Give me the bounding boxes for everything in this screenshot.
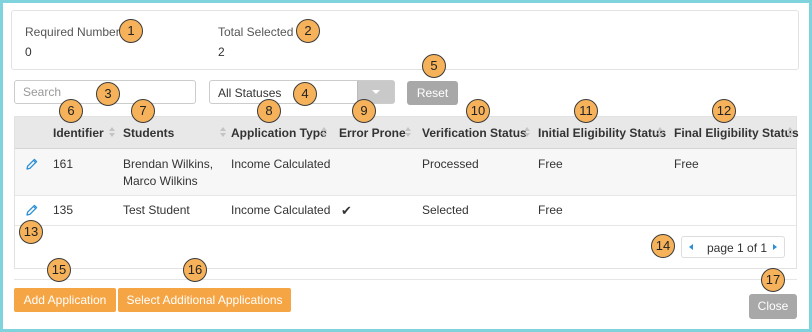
previous-page-button[interactable] [682,237,700,257]
cell-final-eligibility: Free [674,157,699,171]
column-header-verification-status[interactable]: Verification Status [422,126,527,140]
page-indicator: page 1 of 1 [707,241,768,255]
required-number-label: Required Number [25,25,120,39]
cell-error-prone-check: ✔ [341,203,352,218]
divider [14,279,797,280]
total-selected-value: 2 [218,45,225,59]
callout-badge: 8 [257,99,281,123]
sort-icon[interactable] [321,127,327,137]
cell-verification-status: Selected [422,203,469,217]
cell-verification-status: Processed [422,157,479,171]
add-application-button[interactable]: Add Application [14,288,116,312]
reset-button[interactable]: Reset [407,81,458,105]
edit-pencil-icon[interactable] [25,203,39,217]
chevron-down-icon [372,90,380,94]
cell-identifier: 161 [53,157,74,171]
callout-badge: 17 [761,268,785,292]
table-row: 161 Brendan Wilkins, Marco Wilkins Incom… [15,149,796,196]
callout-badge: 14 [651,234,675,258]
callout-badge: 16 [183,258,207,282]
column-header-initial-eligibility[interactable]: Initial Eligibility Status [538,126,666,140]
required-number-value: 0 [25,45,32,59]
cell-application-type: Income Calculated [231,203,331,217]
column-header-error-prone[interactable]: Error Prone [339,126,406,140]
next-page-button[interactable] [766,237,784,257]
sort-icon[interactable] [220,127,226,137]
cell-student: Marco Wilkins [123,174,198,188]
table-header: Identifier Students Application Type Err… [15,117,799,149]
callout-badge: 10 [466,99,490,123]
cell-initial-eligibility: Free [538,157,563,171]
sort-icon[interactable] [524,127,530,137]
cell-identifier: 135 [53,203,74,217]
callout-badge: 7 [131,99,155,123]
column-header-application-type[interactable]: Application Type [231,126,327,140]
sort-icon[interactable] [657,127,663,137]
table-row: 135 Test Student Income Calculated ✔ Sel… [15,196,796,226]
sort-icon[interactable] [109,127,115,137]
cell-application-type: Income Calculated [231,157,331,171]
callout-badge: 5 [422,54,446,78]
edit-pencil-icon[interactable] [25,157,39,171]
callout-badge: 2 [296,19,320,43]
cell-student: Test Student [123,203,190,217]
pagination: page 1 of 1 [681,236,785,258]
callout-badge: 11 [574,99,598,123]
callout-badge: 15 [47,258,71,282]
callout-badge: 4 [293,82,317,106]
close-button[interactable]: Close [749,294,797,319]
cell-initial-eligibility: Free [538,203,563,217]
sort-icon[interactable] [405,127,411,137]
column-header-final-eligibility[interactable]: Final Eligibility Status [674,126,799,140]
callout-badge: 12 [712,99,736,123]
chevron-right-icon [773,244,777,250]
applications-table: Identifier Students Application Type Err… [14,116,799,269]
column-header-identifier[interactable]: Identifier [53,126,104,140]
callout-badge: 1 [119,19,143,43]
callout-badge: 13 [19,220,43,244]
sort-icon[interactable] [787,127,793,137]
column-header-students[interactable]: Students [123,126,174,140]
chevron-left-icon [689,244,693,250]
callout-badge: 3 [96,82,120,106]
cell-student: Brendan Wilkins, [123,157,214,171]
callout-badge: 9 [352,99,376,123]
status-select-value: All Statuses [218,86,282,100]
total-selected-label: Total Selected [218,25,294,39]
select-additional-applications-button[interactable]: Select Additional Applications [118,288,291,312]
callout-badge: 6 [59,99,83,123]
